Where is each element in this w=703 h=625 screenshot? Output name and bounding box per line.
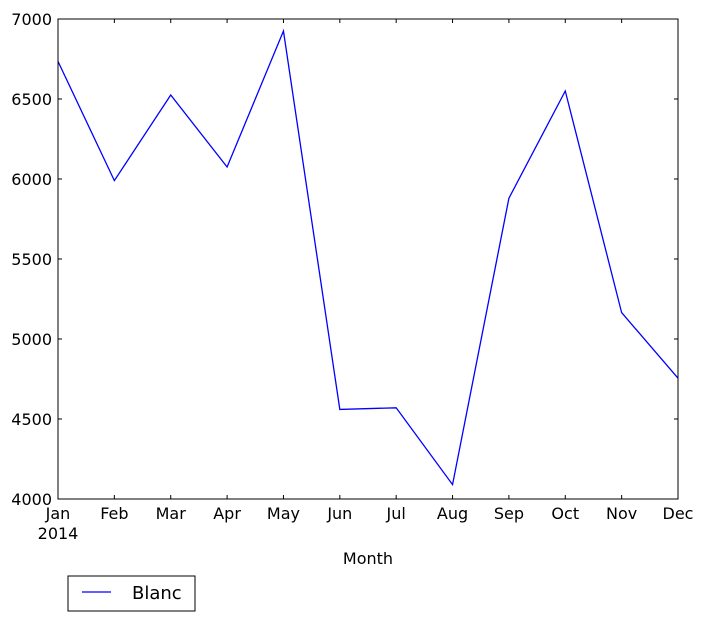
plot-area-frame: [57, 18, 679, 500]
y-axis: 4000450050005500600065007000: [11, 10, 678, 509]
x-tick-label: Oct: [551, 504, 579, 523]
x-axis-year-label: 2014: [38, 524, 79, 543]
line-chart: 4000450050005500600065007000 Jan Feb Mar Ap…: [11, 10, 694, 612]
x-tick-label: Mar: [156, 504, 187, 523]
y-tick-label: 5500: [11, 250, 52, 269]
x-tick-label: Aug: [437, 504, 468, 523]
plot-marks: [57, 28, 679, 487]
y-tick-label: 6000: [11, 170, 52, 189]
x-axis-label: Month: [343, 549, 393, 568]
legend: Blanc: [67, 575, 196, 612]
series-line-blanc: [57, 28, 679, 487]
x-tick-label: Jun: [326, 504, 352, 523]
x-tick-label: Jan: [45, 504, 71, 523]
x-tick-label: Nov: [606, 504, 637, 523]
x-tick-label: Feb: [100, 504, 128, 523]
x-axis: Jan Feb Mar Apr May Jun Jul Aug Sep Oct Nov Dec: [45, 19, 694, 523]
y-tick-label: 4500: [11, 410, 52, 429]
y-tick-label: 5000: [11, 330, 52, 349]
x-tick-label: Jul: [386, 504, 406, 523]
x-tick-label: May: [267, 504, 300, 523]
y-tick-label: 6500: [11, 90, 52, 109]
x-tick-label: Dec: [663, 504, 694, 523]
y-tick-label: 7000: [11, 10, 52, 29]
x-tick-label: Apr: [213, 504, 241, 523]
legend-label-blanc: Blanc: [132, 583, 182, 604]
x-tick-label: Sep: [494, 504, 524, 523]
